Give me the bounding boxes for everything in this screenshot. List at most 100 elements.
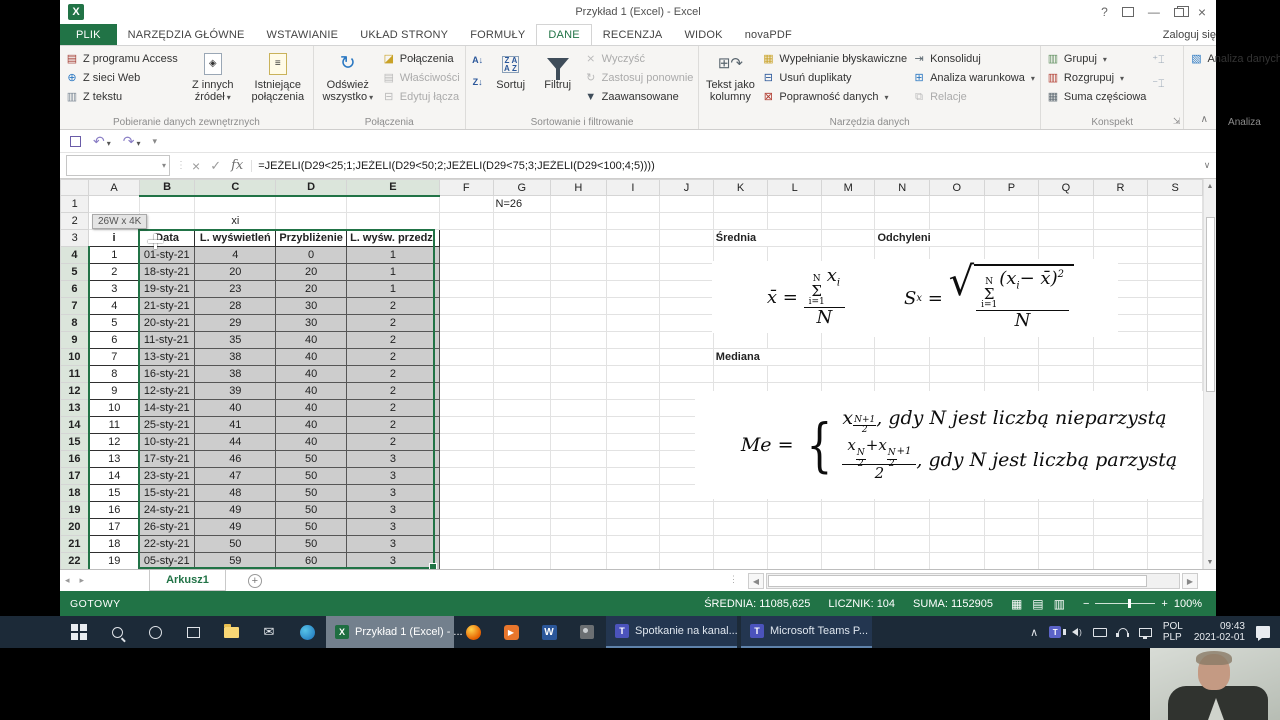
cell-N11[interactable] xyxy=(875,366,930,383)
cell-S1[interactable] xyxy=(1148,196,1203,213)
cell-R3[interactable] xyxy=(1093,230,1148,247)
cell-A15[interactable]: 12 xyxy=(89,434,140,451)
cell-G4[interactable] xyxy=(493,247,551,264)
cell-H17[interactable] xyxy=(551,468,607,485)
horizontal-scroll-thumb[interactable] xyxy=(768,575,1147,587)
cell-J4[interactable] xyxy=(660,247,714,264)
cell-K19[interactable] xyxy=(713,502,768,519)
cell-I7[interactable] xyxy=(606,298,660,315)
cell-A4[interactable]: 1 xyxy=(89,247,140,264)
cell-Q3[interactable] xyxy=(1039,230,1094,247)
cell-H1[interactable] xyxy=(551,196,607,213)
headset-icon[interactable] xyxy=(1118,628,1128,636)
cell-G17[interactable] xyxy=(493,468,551,485)
cell-I4[interactable] xyxy=(606,247,660,264)
cell-E18[interactable]: 3 xyxy=(346,485,439,502)
group-button[interactable]: ▥ Grupuj ▾ xyxy=(1046,52,1147,66)
vertical-scroll-thumb[interactable] xyxy=(1206,217,1215,392)
cell-H20[interactable] xyxy=(551,519,607,536)
filter-button[interactable]: Filtruj xyxy=(537,49,579,91)
cell-I5[interactable] xyxy=(606,264,660,281)
cell-B7[interactable]: 21-sty-21 xyxy=(139,298,195,315)
row-header-2[interactable]: 2 xyxy=(61,213,89,230)
cell-D3[interactable]: Przybliżenie xyxy=(276,230,347,247)
cell-G13[interactable] xyxy=(493,400,551,417)
collapse-ribbon-icon[interactable]: ∧ xyxy=(1201,114,1208,125)
help-icon[interactable]: ? xyxy=(1101,5,1108,19)
row-header-14[interactable]: 14 xyxy=(61,417,89,434)
firefox-button[interactable] xyxy=(454,616,492,648)
row-header-18[interactable]: 18 xyxy=(61,485,89,502)
cell-B16[interactable]: 17-sty-21 xyxy=(139,451,195,468)
row-header-8[interactable]: 8 xyxy=(61,315,89,332)
cortana-button[interactable] xyxy=(136,616,174,648)
remove-duplicates-button[interactable]: ⊟ Usuń duplikaty xyxy=(761,71,907,85)
cell-G20[interactable] xyxy=(493,519,551,536)
row-header-12[interactable]: 12 xyxy=(61,383,89,400)
cell-I19[interactable] xyxy=(606,502,660,519)
cell-A6[interactable]: 3 xyxy=(89,281,140,298)
cell-H18[interactable] xyxy=(551,485,607,502)
cell-N22[interactable] xyxy=(875,553,930,570)
cell-H19[interactable] xyxy=(551,502,607,519)
cell-L20[interactable] xyxy=(768,519,822,536)
cell-H15[interactable] xyxy=(551,434,607,451)
cell-H8[interactable] xyxy=(551,315,607,332)
cell-F7[interactable] xyxy=(439,298,493,315)
page-layout-view-icon[interactable]: ▤ xyxy=(1032,597,1043,611)
cell-F6[interactable] xyxy=(439,281,493,298)
mail-button[interactable]: ✉ xyxy=(250,616,288,648)
cell-C3[interactable]: L. wyświetleń xyxy=(195,230,276,247)
cell-A12[interactable]: 9 xyxy=(89,383,140,400)
cell-J10[interactable] xyxy=(660,349,714,366)
cell-A17[interactable]: 14 xyxy=(89,468,140,485)
cell-B17[interactable]: 23-sty-21 xyxy=(139,468,195,485)
cell-B9[interactable]: 11-sty-21 xyxy=(139,332,195,349)
cell-H5[interactable] xyxy=(551,264,607,281)
cell-H4[interactable] xyxy=(551,247,607,264)
cell-L9[interactable] xyxy=(768,332,822,349)
zoom-slider[interactable] xyxy=(1095,603,1155,604)
cell-C12[interactable]: 39 xyxy=(195,383,276,400)
row-header-16[interactable]: 16 xyxy=(61,451,89,468)
keyboard-icon[interactable] xyxy=(1093,628,1107,637)
cell-I10[interactable] xyxy=(606,349,660,366)
cell-C8[interactable]: 29 xyxy=(195,315,276,332)
cell-A11[interactable]: 8 xyxy=(89,366,140,383)
cell-J20[interactable] xyxy=(660,519,714,536)
consolidate-button[interactable]: ⇥ Konsoliduj xyxy=(912,52,1035,66)
cell-G11[interactable] xyxy=(493,366,551,383)
cell-K22[interactable] xyxy=(713,553,768,570)
cell-N2[interactable] xyxy=(875,213,930,230)
cell-C5[interactable]: 20 xyxy=(195,264,276,281)
cell-O22[interactable] xyxy=(930,553,985,570)
cell-J5[interactable] xyxy=(660,264,714,281)
cell-I17[interactable] xyxy=(606,468,660,485)
cell-F4[interactable] xyxy=(439,247,493,264)
cell-C4[interactable]: 4 xyxy=(195,247,276,264)
cell-L10[interactable] xyxy=(768,349,822,366)
cell-D16[interactable]: 50 xyxy=(276,451,347,468)
row-header-10[interactable]: 10 xyxy=(61,349,89,366)
enter-check-icon[interactable]: ✓ xyxy=(210,158,221,174)
cell-E3[interactable]: L. wyśw. przedz. xyxy=(346,230,439,247)
cell-B21[interactable]: 22-sty-21 xyxy=(139,536,195,553)
cell-F9[interactable] xyxy=(439,332,493,349)
from-web-button[interactable]: ⊕ Z sieci Web xyxy=(65,71,178,85)
cell-I12[interactable] xyxy=(606,383,660,400)
existing-connections-button[interactable]: ≡ Istniejące połączenia xyxy=(248,49,308,103)
flash-fill-button[interactable]: ▦ Wypełnianie błyskawiczne xyxy=(761,52,907,66)
vertical-scrollbar[interactable]: ▲ ▼ xyxy=(1203,179,1216,569)
cell-B11[interactable]: 16-sty-21 xyxy=(139,366,195,383)
col-header-E[interactable]: E xyxy=(346,180,439,196)
tab-uklad-strony[interactable]: UKŁAD STRONY xyxy=(349,24,459,45)
cell-G19[interactable] xyxy=(493,502,551,519)
cell-E11[interactable]: 2 xyxy=(346,366,439,383)
name-box[interactable]: ▾ xyxy=(66,155,170,176)
cell-A19[interactable]: 16 xyxy=(89,502,140,519)
cell-C2[interactable]: xi xyxy=(195,213,276,230)
taskbar-excel-window[interactable]: X Przykład 1 (Excel) - ... xyxy=(326,616,454,648)
cell-K3[interactable]: Średnia xyxy=(713,230,768,247)
cell-D8[interactable]: 30 xyxy=(276,315,347,332)
cell-S9[interactable] xyxy=(1148,332,1203,349)
